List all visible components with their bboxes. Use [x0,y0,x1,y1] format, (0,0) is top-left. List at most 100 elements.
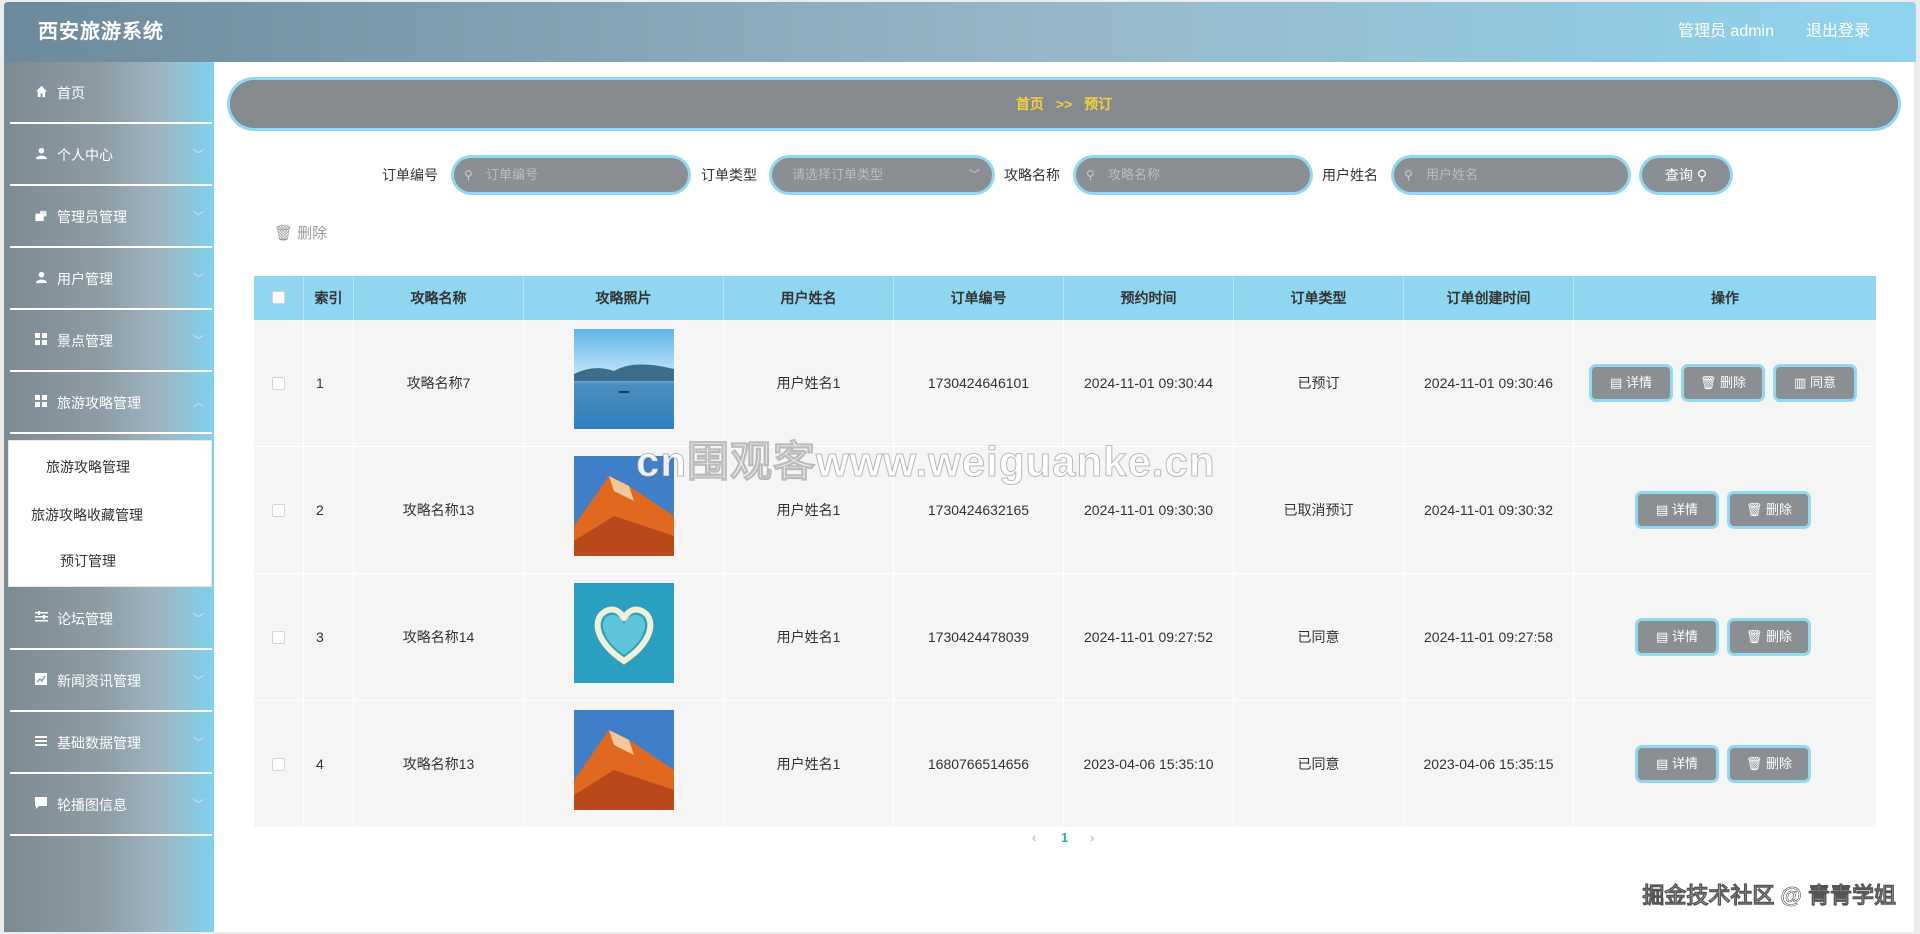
row-checkbox[interactable] [272,377,285,390]
chevron-up-icon: ︿ [193,397,204,409]
column-header: 攻略照片 [524,276,724,320]
detail-button-label: 详情 [1671,756,1698,771]
sidebar-item-user-management[interactable]: 用户管理 ﹀ [10,248,212,310]
row-checkbox[interactable] [272,631,285,644]
page-number[interactable]: 1 [1061,830,1068,845]
breadcrumb-current: 预订 [1084,96,1113,112]
sidebar-item-label: 首页 [57,85,85,101]
guide-photo-cell [524,574,724,701]
sidebar-item-label: 轮播图信息 [57,797,127,813]
actions-cell: ▤ 详情 🗑 删除 [1574,574,1876,701]
detail-button[interactable]: ▤ 详情 [1592,367,1670,399]
trash-icon: 🗑 [1699,375,1721,390]
sidebar-item-scenic-management[interactable]: 景点管理 ﹀ [10,310,212,372]
row-checkbox[interactable] [272,758,285,771]
user-name-placeholder: 用户姓名 [1426,167,1479,182]
document-icon: ▤ [1656,756,1672,771]
column-header: 用户姓名 [724,276,894,320]
sidebar-item-personal-center[interactable]: 个人中心 ﹀ [10,124,212,186]
submenu-item-guide-management[interactable]: 旅游攻略管理 [46,457,130,477]
submenu-item-booking-management[interactable]: 预订管理 [60,551,116,571]
column-header: 操作 [1711,290,1739,306]
grid-icon [34,395,48,409]
select-all-checkbox[interactable] [272,291,285,304]
submenu-item-guide-favorites[interactable]: 旅游攻略收藏管理 [31,505,143,525]
detail-button[interactable]: ▤ 详情 [1638,494,1716,526]
detail-button[interactable]: ▤ 详情 [1638,748,1716,780]
credit-text: 掘金技术社区 @ 青青学姐 [1642,883,1896,909]
order-type-cell: 已同意 [1234,574,1404,701]
guide-photo-heart-island[interactable] [574,583,674,683]
column-header: 订单创建时间 [1404,276,1574,320]
order-type-placeholder: 请选择订单类型 [792,167,884,182]
actions-cell: ▤ 详情 🗑 删除 [1574,447,1876,574]
chevron-down-icon: ﹀ [193,149,204,161]
order-no-input[interactable]: ⚲ 订单编号 [454,158,688,192]
guide-name-cell: 攻略名称13 [354,447,524,574]
sidebar-item-forum-management[interactable]: 论坛管理 ﹀ [10,588,212,650]
trash-icon: 🗑 [1745,756,1767,771]
next-page-button[interactable]: › [1090,830,1094,845]
sidebar-submenu: 旅游攻略管理 旅游攻略收藏管理 预订管理 [8,440,212,587]
user-name-cell: 用户姓名1 [724,701,894,828]
guide-photo-mountain[interactable] [574,710,674,810]
booking-time-cell: 2023-04-06 15:35:10 [1064,701,1234,828]
delete-button[interactable]: 🗑 删除 [1684,367,1762,399]
sliders-icon [34,611,48,625]
sidebar-item-label: 景点管理 [57,333,113,349]
row-checkbox[interactable] [272,504,285,517]
row-index: 3 [304,574,354,701]
delete-button-label: 删除 [1766,502,1793,517]
sidebar-item-carousel-info[interactable]: 轮播图信息 ﹀ [10,774,212,836]
breadcrumb-home[interactable]: 首页 [1016,96,1044,112]
prev-page-button[interactable]: ‹ [1032,830,1036,845]
guide-photo-mountain[interactable] [574,456,674,556]
guide-photo-lake[interactable] [574,329,674,429]
order-no-cell: 1680766514656 [894,701,1064,828]
delete-button[interactable]: 🗑 删除 [1730,621,1808,653]
sidebar-item-label: 旅游攻略管理 [57,395,141,411]
detail-button[interactable]: ▤ 详情 [1638,621,1716,653]
app-title: 西安旅游系统 [38,21,164,43]
batch-delete-label: 删除 [297,225,328,242]
logout-link[interactable]: 退出登录 [1806,2,1870,62]
actions-cell: ▤ 详情 🗑 删除 ▥ 同意 [1574,320,1876,447]
order-type-label: 订单类型 [701,167,757,183]
order-type-select[interactable]: 请选择订单类型 ﹀ [772,158,992,192]
column-header: 索引 [304,276,354,320]
delete-button[interactable]: 🗑 删除 [1730,494,1808,526]
booking-time-cell: 2024-11-01 09:27:52 [1064,574,1234,701]
book-icon: ▥ [1794,375,1810,390]
row-select-cell [254,574,304,701]
delete-button[interactable]: 🗑 删除 [1730,748,1808,780]
chevron-down-icon: ﹀ [193,613,204,625]
approve-button[interactable]: ▥ 同意 [1776,367,1854,399]
sidebar-item-admin-management[interactable]: 管理员管理 ﹀ [10,186,212,248]
query-button-label: 查询 [1664,167,1693,183]
sidebar-item-label: 新闻资讯管理 [57,673,141,689]
sidebar-item-home[interactable]: 首页 [10,62,212,124]
select-all-cell [254,276,304,320]
guide-name-cell: 攻略名称14 [354,574,524,701]
breadcrumb-separator: >> [1055,96,1073,112]
query-button[interactable]: 查询 ⚲ [1642,158,1730,192]
actions-cell: ▤ 详情 🗑 删除 [1574,701,1876,828]
grid-icon [34,333,48,347]
sidebar-item-news-management[interactable]: 新闻资讯管理 ﹀ [10,650,212,712]
order-no-placeholder: 订单编号 [486,167,539,182]
sidebar-item-basic-data-management[interactable]: 基础数据管理 ﹀ [10,712,212,774]
batch-delete-button[interactable]: 🗑 删除 [274,222,327,243]
admin-icon [34,209,48,223]
order-no-label: 订单编号 [382,167,438,183]
guide-name-input[interactable]: ⚲ 攻略名称 [1076,158,1310,192]
booking-time-cell: 2024-11-01 09:30:30 [1064,447,1234,574]
user-name-input[interactable]: ⚲ 用户姓名 [1394,158,1628,192]
guide-photo-cell [524,447,724,574]
sidebar-item-travel-guide-management[interactable]: 旅游攻略管理 ︿ [10,372,212,434]
detail-button-label: 详情 [1671,502,1698,517]
home-icon [34,85,48,99]
trash-icon: 🗑 [1745,629,1767,644]
guide-name-cell: 攻略名称7 [354,320,524,447]
list-icon [34,735,48,749]
current-user-label: 管理员 admin [1677,23,1774,40]
